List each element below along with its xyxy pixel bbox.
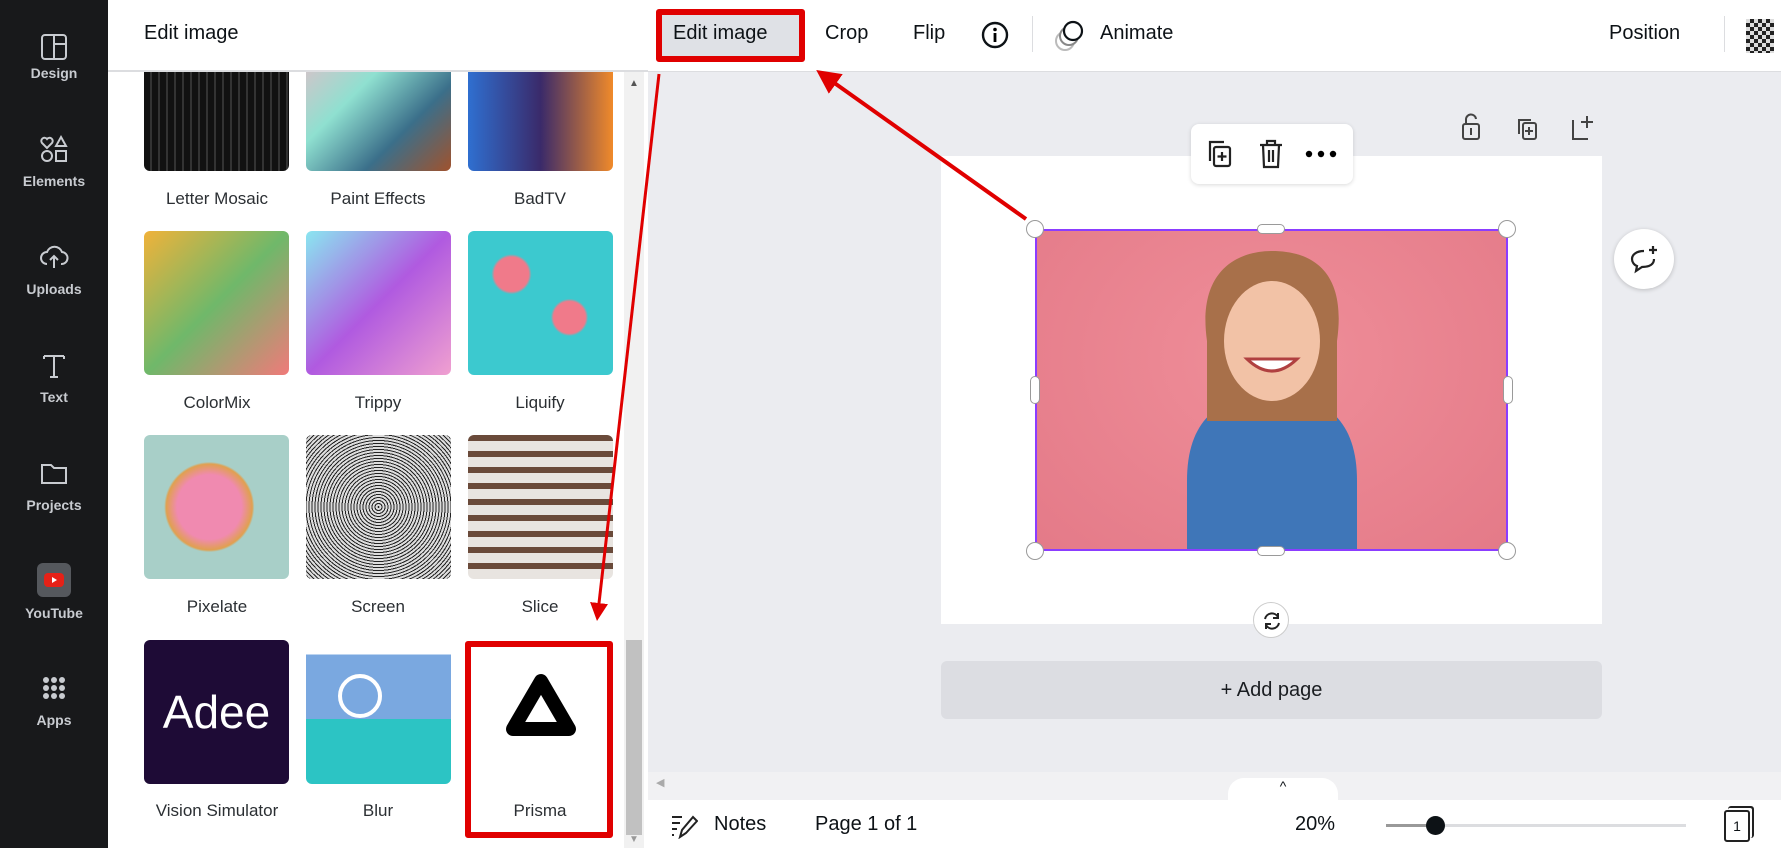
scroll-down-icon[interactable]: ▼ — [629, 834, 639, 845]
effect-vision-simulator[interactable]: Adee — [144, 640, 289, 784]
trash-icon[interactable] — [1256, 138, 1286, 170]
page-count: 1 — [1733, 818, 1741, 834]
rotate-button[interactable] — [1253, 602, 1289, 638]
crop-button[interactable]: Crop — [825, 22, 868, 45]
effect-colormix[interactable] — [144, 231, 289, 375]
page-count-button[interactable]: 1 — [1724, 810, 1750, 842]
resize-handle-right[interactable] — [1503, 376, 1513, 404]
scrollbar-thumb[interactable] — [626, 640, 642, 835]
add-comment-button[interactable] — [1614, 229, 1674, 289]
flip-button[interactable]: Flip — [913, 22, 945, 45]
girl-photo — [1187, 251, 1357, 549]
effect-liquify[interactable] — [468, 231, 613, 375]
rotate-icon — [1264, 612, 1280, 630]
adee-logo: Adee — [162, 686, 271, 738]
transparency-icon[interactable] — [1746, 19, 1774, 53]
animate-button[interactable]: Animate — [1100, 22, 1173, 45]
scroll-up-icon[interactable]: ▲ — [629, 78, 639, 89]
more-options-icon[interactable] — [1305, 150, 1337, 158]
sidebar-item-text[interactable]: Text — [0, 346, 108, 446]
folder-icon — [41, 464, 67, 484]
selected-photo[interactable] — [1035, 229, 1508, 551]
edit-image-highlight-box — [656, 9, 805, 62]
prisma-highlight-box — [465, 641, 613, 838]
effect-label: Slice — [521, 597, 559, 616]
resize-handle-bottom[interactable] — [1257, 546, 1285, 556]
zoom-slider[interactable] — [1386, 816, 1686, 835]
effect-label: Vision Simulator — [155, 801, 279, 820]
info-icon[interactable] — [980, 20, 1010, 50]
sidebar-label: Projects — [26, 497, 82, 513]
resize-handle-bottom-right[interactable] — [1498, 542, 1516, 560]
layout-icon — [41, 34, 67, 60]
panel-title: Edit image — [144, 22, 239, 44]
top-toolbar: Edit image Crop Flip Animate Position — [648, 0, 1781, 72]
sidebar-label: Text — [40, 389, 68, 405]
youtube-icon — [37, 563, 71, 597]
scroll-left-icon[interactable]: ◀ — [656, 776, 664, 789]
resize-handle-bottom-left[interactable] — [1026, 542, 1044, 560]
panel-header: Edit image — [108, 0, 648, 72]
sidebar: Design Elements Uploads Text Projects Yo… — [0, 0, 108, 848]
element-floating-toolbar — [1191, 124, 1353, 184]
comment-add-icon — [1630, 246, 1657, 274]
effect-screen[interactable] — [306, 435, 451, 579]
effect-label: Screen — [351, 597, 405, 616]
divider — [1724, 16, 1725, 52]
effect-trippy[interactable] — [306, 231, 451, 375]
sidebar-item-youtube[interactable]: YouTube — [0, 561, 108, 661]
edit-image-panel: Edit image Letter Mosaic Paint Effects B… — [108, 0, 648, 848]
page-indicator[interactable]: Page 1 of 1 — [815, 813, 917, 836]
effect-label: BadTV — [514, 189, 566, 208]
effect-label: Blur — [362, 801, 394, 820]
shapes-icon — [40, 134, 68, 162]
resize-handle-left[interactable] — [1030, 376, 1040, 404]
zoom-level[interactable]: 20% — [1295, 813, 1335, 836]
sidebar-label: Uploads — [26, 281, 82, 297]
sidebar-item-apps[interactable]: Apps — [0, 669, 108, 769]
notes-icon[interactable] — [670, 813, 698, 839]
sidebar-item-projects[interactable]: Projects — [0, 454, 108, 554]
effect-pixelate[interactable] — [144, 435, 289, 579]
sidebar-label: Design — [30, 65, 78, 81]
text-icon — [43, 355, 65, 378]
zoom-slider-knob[interactable] — [1426, 816, 1445, 835]
sidebar-label: Elements — [22, 173, 86, 189]
chevron-up-icon: ^ — [1279, 778, 1287, 794]
lock-icon — [1462, 113, 1480, 140]
position-button[interactable]: Position — [1609, 22, 1680, 45]
panel-scrollbar[interactable]: ▲ ▼ — [624, 72, 644, 848]
cloud-upload-icon — [40, 245, 69, 268]
bottom-bar: Notes Page 1 of 1 20% 1 — [648, 800, 1781, 848]
sidebar-label: Apps — [36, 712, 72, 728]
resize-handle-top[interactable] — [1257, 224, 1285, 234]
sidebar-label: YouTube — [25, 605, 83, 621]
add-page-icon — [1572, 116, 1593, 140]
show-pages-toggle[interactable]: ^ — [1228, 778, 1338, 802]
sidebar-item-design[interactable]: Design — [0, 22, 108, 122]
notes-button[interactable]: Notes — [714, 813, 766, 836]
add-page-button[interactable]: + Add page — [941, 661, 1602, 719]
resize-handle-top-left[interactable] — [1026, 220, 1044, 238]
effect-slice[interactable] — [468, 435, 613, 579]
horizontal-scrollbar[interactable]: ◀ ^ — [648, 772, 1781, 802]
duplicate-page-icon — [1518, 119, 1537, 140]
effect-label: Letter Mosaic — [165, 189, 269, 208]
effect-label: ColorMix — [183, 393, 251, 412]
effect-blur[interactable] — [306, 640, 451, 784]
animate-icon[interactable] — [1054, 17, 1088, 53]
duplicate-icon[interactable] — [1205, 138, 1237, 170]
divider — [1032, 16, 1033, 52]
effect-label: Pixelate — [186, 597, 248, 616]
page-actions — [1462, 113, 1593, 140]
resize-handle-top-right[interactable] — [1498, 220, 1516, 238]
effect-label: Liquify — [515, 393, 565, 412]
apps-grid-icon — [43, 677, 65, 699]
effect-label: Paint Effects — [330, 189, 426, 208]
sidebar-item-elements[interactable]: Elements — [0, 130, 108, 230]
effect-label: Trippy — [354, 393, 402, 412]
sidebar-item-uploads[interactable]: Uploads — [0, 238, 108, 338]
